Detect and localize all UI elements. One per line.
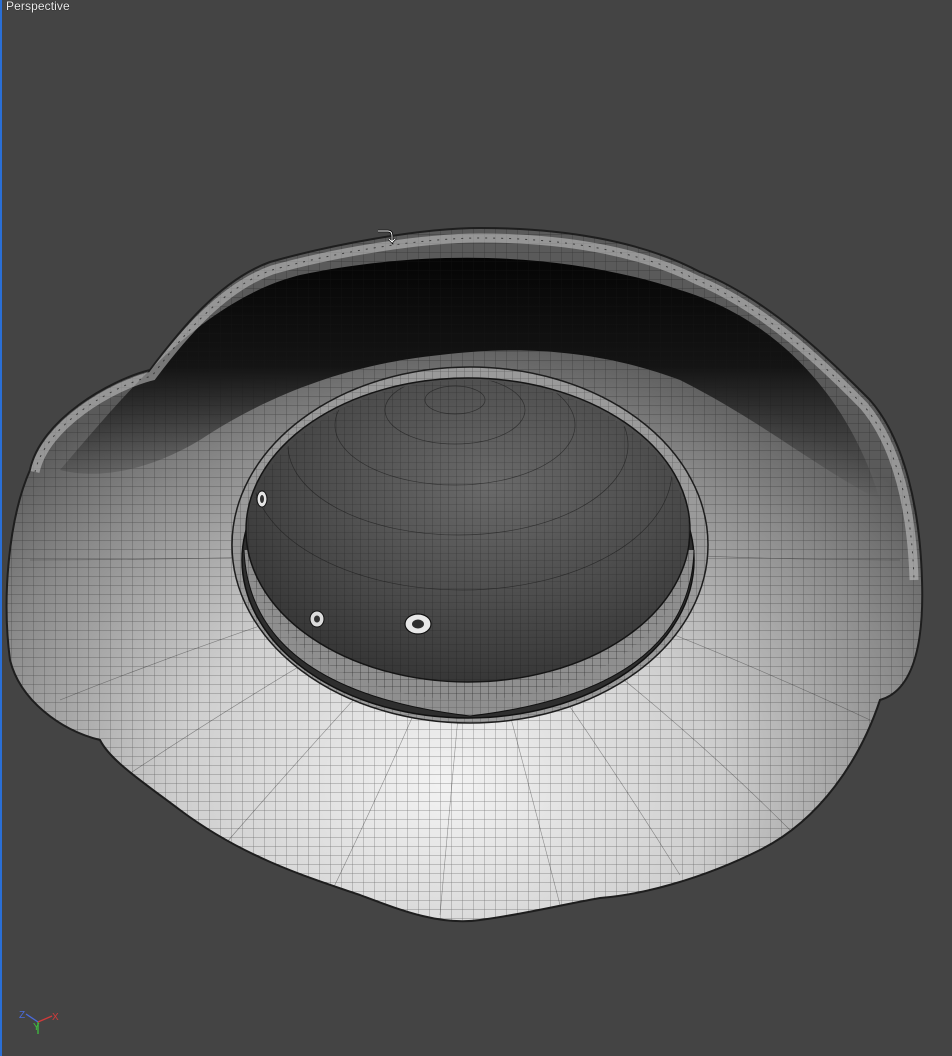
axis-x-label: X (52, 1012, 59, 1023)
rotate-cursor-icon (378, 229, 396, 245)
mesh-render[interactable] (0, 0, 952, 1056)
screw-hole-icon (256, 490, 268, 508)
axis-z-label: Z (19, 1010, 25, 1021)
axis-y-label: Y (33, 1022, 40, 1033)
active-viewport-border (0, 0, 2, 1056)
screw-hole-icon (309, 610, 325, 628)
screw-hole-icon (404, 613, 432, 635)
perspective-viewport[interactable]: Perspective Z Y X (0, 0, 952, 1056)
axis-tripod-icon: Z Y X (19, 1010, 59, 1034)
viewport-label[interactable]: Perspective (6, 0, 70, 13)
